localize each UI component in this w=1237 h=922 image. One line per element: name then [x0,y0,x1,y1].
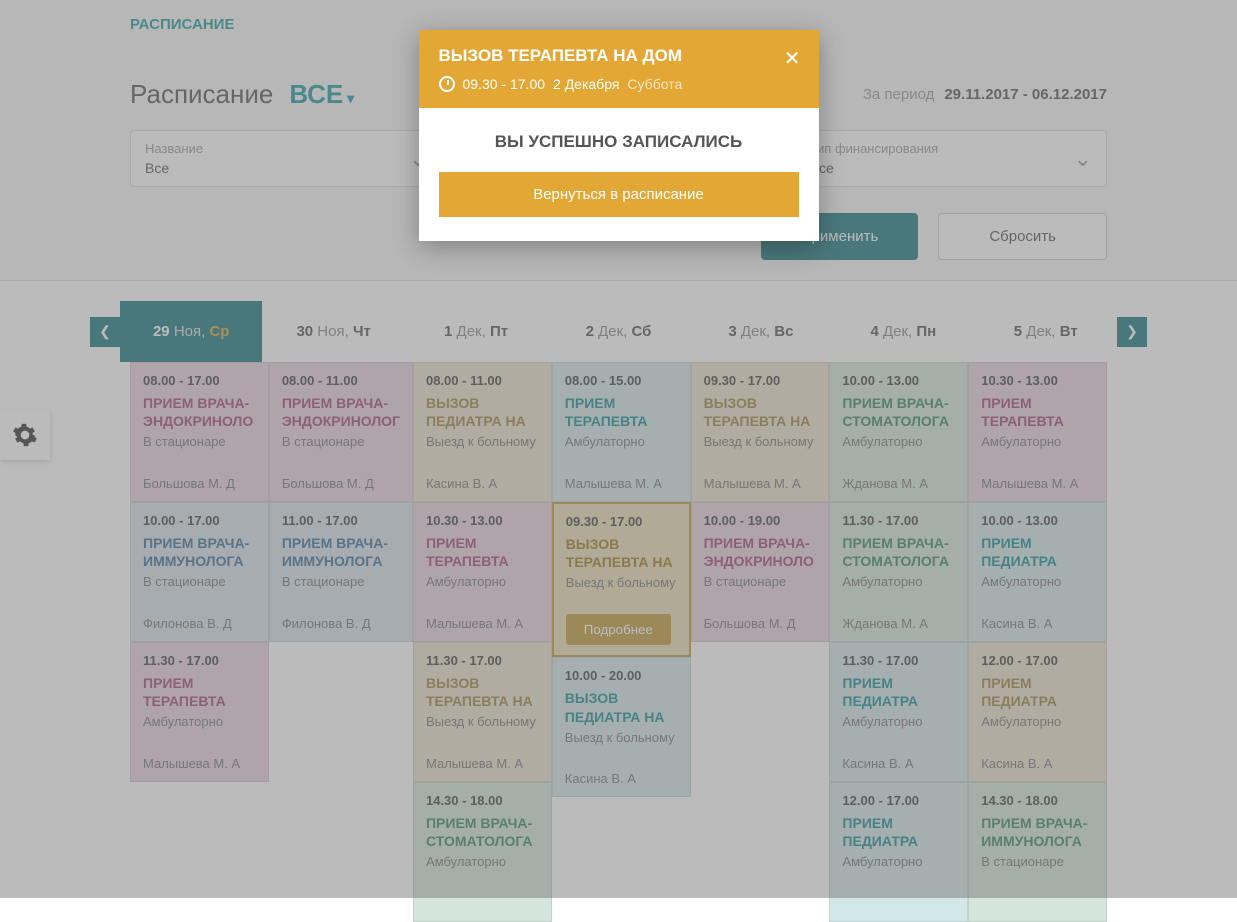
modal-weekday: Суббота [627,76,682,92]
success-modal: ВЫЗОВ ТЕРАПЕВТА НА ДОМ 09.30 - 17.00 2 Д… [419,30,819,241]
modal-title: ВЫЗОВ ТЕРАПЕВТА НА ДОМ [439,46,799,66]
clock-icon [439,76,455,92]
close-icon[interactable]: ✕ [784,46,801,71]
modal-date: 2 Декабря [553,76,619,92]
modal-message: ВЫ УСПЕШНО ЗАПИСАЛИСЬ [439,132,799,152]
back-to-schedule-button[interactable]: Вернуться в расписание [439,172,799,217]
modal-time: 09.30 - 17.00 [463,76,546,92]
